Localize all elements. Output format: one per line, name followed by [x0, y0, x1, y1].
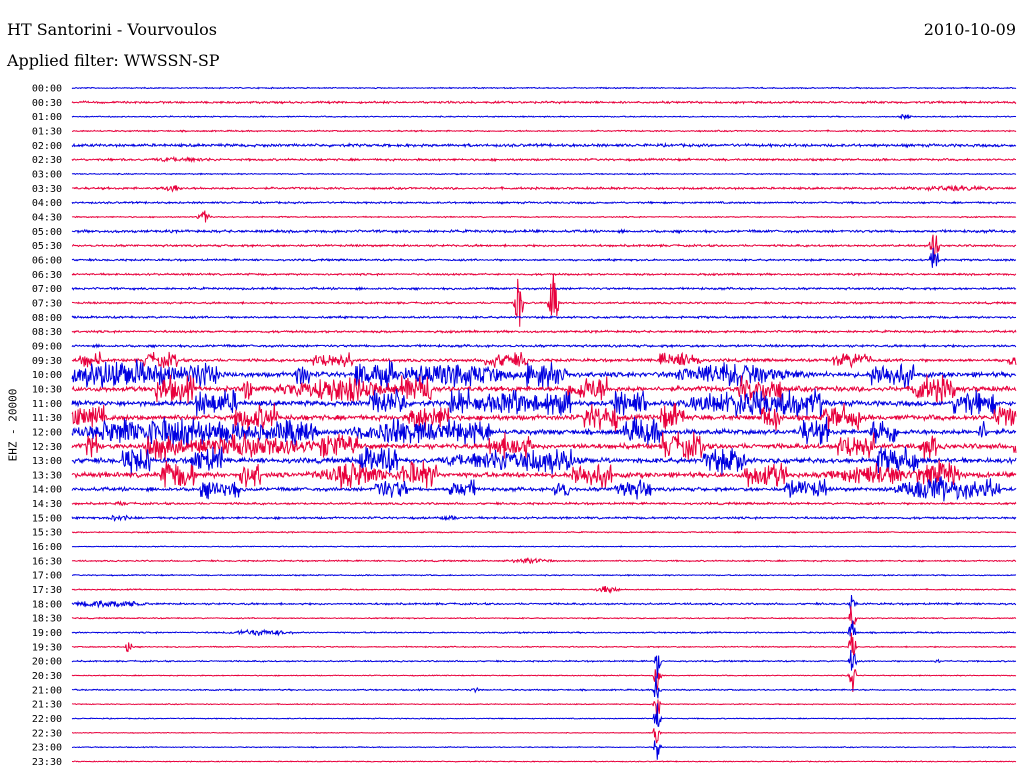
- seismic-traces: [71, 86, 1017, 763]
- trace-row-1500: [71, 514, 1017, 522]
- trace-row-0630: [71, 272, 1017, 277]
- tick-label-2300: 23:00: [32, 743, 62, 754]
- trace-row-1100: [71, 388, 1017, 418]
- tick-label-0500: 05:00: [32, 227, 62, 238]
- tick-label-0700: 07:00: [32, 284, 62, 295]
- tick-label-0630: 06:30: [32, 270, 62, 281]
- trace-row-0600: [71, 247, 1017, 268]
- helicorder-plot: 00:00 00:30 01:00 01:30 02:00 02:30 03:00 03:30…: [32, 84, 1017, 769]
- trace-row-2030: [71, 669, 1017, 692]
- trace-row-0130: [71, 129, 1017, 133]
- trace-row-0030: [71, 99, 1017, 105]
- tick-label-2000: 20:00: [32, 657, 62, 668]
- tick-label-2230: 22:30: [32, 728, 62, 739]
- time-tick-labels: 00:00 00:30 01:00 01:30 02:00 02:30 03:00 03:30…: [32, 84, 62, 769]
- trace-row-2230: [71, 728, 1017, 744]
- tick-label-0530: 05:30: [32, 241, 62, 252]
- trace-row-1300: [71, 446, 1017, 476]
- tick-label-1830: 18:30: [32, 614, 62, 625]
- tick-label-0900: 09:00: [32, 341, 62, 352]
- trace-row-0200: [71, 141, 1017, 149]
- trace-row-0530: [71, 234, 1017, 261]
- tick-label-2200: 22:00: [32, 714, 62, 725]
- trace-row-0900: [71, 343, 1017, 349]
- tick-label-1100: 11:00: [32, 399, 62, 410]
- tick-label-1730: 17:30: [32, 585, 62, 596]
- tick-label-2100: 21:00: [32, 685, 62, 696]
- tick-label-0130: 01:30: [32, 126, 62, 137]
- trace-row-0300: [71, 172, 1017, 176]
- tick-label-0930: 09:30: [32, 356, 62, 367]
- trace-row-0730: [71, 273, 1017, 327]
- tick-label-0100: 01:00: [32, 112, 62, 123]
- tick-label-0800: 08:00: [32, 313, 62, 324]
- trace-row-1400: [71, 476, 1017, 502]
- tick-label-1200: 12:00: [32, 427, 62, 438]
- tick-label-0000: 00:00: [32, 84, 62, 95]
- trace-row-2200: [71, 703, 1017, 727]
- tick-label-1800: 18:00: [32, 599, 62, 610]
- tick-label-2130: 21:30: [32, 700, 62, 711]
- trace-row-2130: [71, 699, 1017, 719]
- trace-row-0000: [71, 86, 1017, 90]
- trace-row-2330: [71, 760, 1017, 763]
- tick-label-1230: 12:30: [32, 442, 62, 453]
- tick-label-1300: 13:00: [32, 456, 62, 467]
- trace-row-0830: [71, 329, 1017, 335]
- trace-row-2300: [71, 740, 1017, 760]
- trace-row-1900: [71, 620, 1017, 637]
- trace-row-0100: [71, 113, 1017, 121]
- tick-label-0200: 02:00: [32, 141, 62, 152]
- trace-row-0800: [71, 314, 1017, 320]
- tick-label-1630: 16:30: [32, 556, 62, 567]
- tick-label-1500: 15:00: [32, 513, 62, 524]
- tick-label-0730: 07:30: [32, 298, 62, 309]
- trace-row-1930: [71, 632, 1017, 656]
- trace-row-1730: [71, 585, 1017, 595]
- tick-label-1330: 13:30: [32, 470, 62, 481]
- tick-label-1700: 17:00: [32, 571, 62, 582]
- trace-row-1430: [71, 500, 1017, 506]
- tick-label-1030: 10:30: [32, 384, 62, 395]
- tick-label-0600: 06:00: [32, 255, 62, 266]
- tick-label-0030: 00:30: [32, 98, 62, 109]
- trace-row-1830: [71, 606, 1017, 627]
- tick-label-1900: 19:00: [32, 628, 62, 639]
- tick-label-1000: 10:00: [32, 370, 62, 381]
- tick-label-0330: 03:30: [32, 184, 62, 195]
- trace-row-2000: [71, 649, 1017, 679]
- tick-label-0300: 03:00: [32, 169, 62, 180]
- trace-row-2100: [71, 676, 1017, 699]
- tick-label-1530: 15:30: [32, 528, 62, 539]
- tick-label-0230: 02:30: [32, 155, 62, 166]
- tick-label-2030: 20:30: [32, 671, 62, 682]
- trace-row-0400: [71, 200, 1017, 205]
- trace-row-1800: [71, 594, 1017, 611]
- trace-row-1530: [71, 530, 1017, 534]
- tick-label-1400: 14:00: [32, 485, 62, 496]
- tick-label-1600: 16:00: [32, 542, 62, 553]
- trace-row-0430: [71, 210, 1017, 223]
- tick-label-2330: 23:30: [32, 757, 62, 768]
- trace-row-0500: [71, 228, 1017, 235]
- tick-label-1430: 14:30: [32, 499, 62, 510]
- trace-row-1000: [71, 359, 1017, 390]
- trace-row-0700: [71, 286, 1017, 292]
- tick-label-0430: 04:30: [32, 212, 62, 223]
- tick-label-0830: 08:30: [32, 327, 62, 338]
- trace-row-1630: [71, 557, 1017, 565]
- trace-row-1600: [71, 545, 1017, 548]
- trace-row-0330: [71, 184, 1017, 193]
- tick-label-0400: 04:00: [32, 198, 62, 209]
- trace-row-0230: [71, 155, 1017, 164]
- tick-label-1130: 11:30: [32, 413, 62, 424]
- tick-label-1930: 19:30: [32, 642, 62, 653]
- trace-row-1700: [71, 573, 1017, 577]
